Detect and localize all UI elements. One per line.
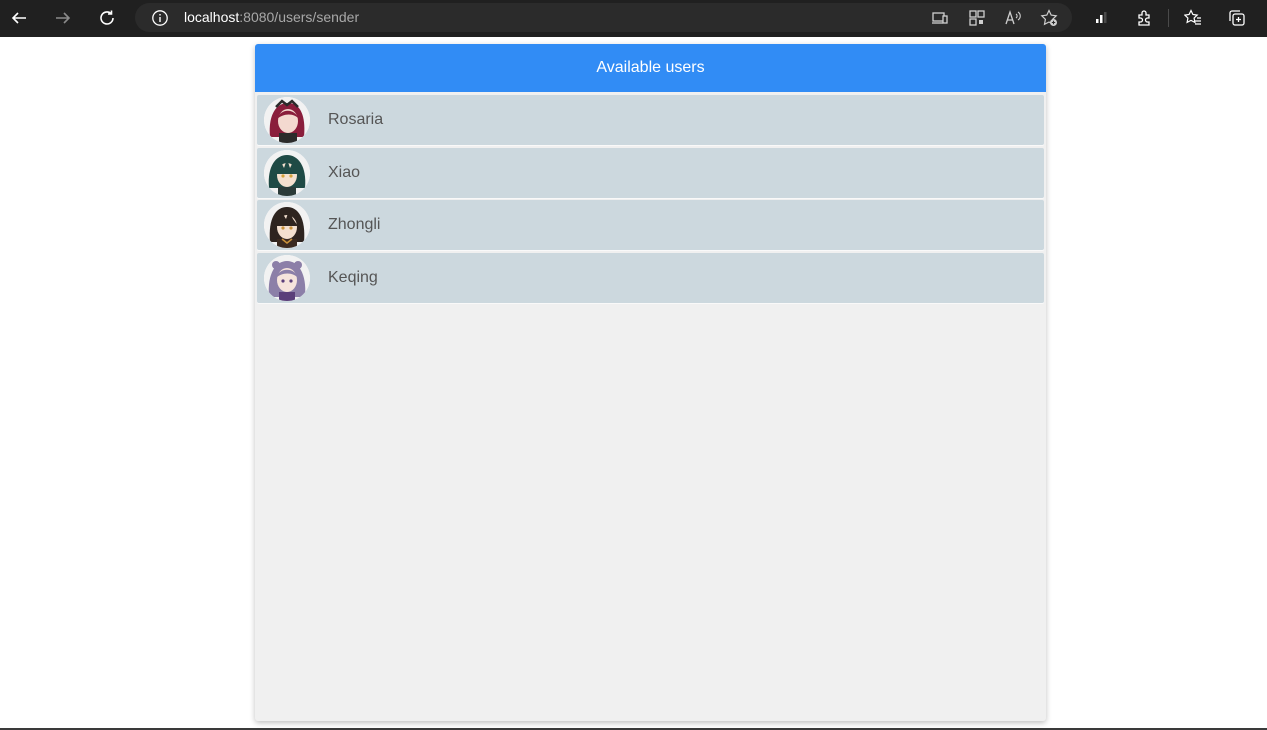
forward-button[interactable] xyxy=(48,4,78,32)
panel-title: Available users xyxy=(596,59,705,76)
avatar xyxy=(264,97,310,143)
toolbar-separator xyxy=(1168,9,1169,27)
user-name: Rosaria xyxy=(328,111,384,128)
browser-toolbar: localhost:8080/users/sender xyxy=(0,0,1267,37)
user-name: Xiao xyxy=(328,163,361,181)
favorites-icon xyxy=(1184,9,1201,25)
user-row[interactable]: Rosaria xyxy=(257,95,1044,145)
add-favorite-icon[interactable] xyxy=(1040,9,1058,27)
panel-header: Available users xyxy=(255,44,1046,92)
extensions-icon xyxy=(1138,10,1150,26)
qr-code-icon[interactable] xyxy=(968,9,986,27)
user-name: Keqing xyxy=(328,268,378,286)
url-path: :8080/users/sender xyxy=(239,9,360,25)
avatar xyxy=(264,149,310,196)
app-available-icon[interactable] xyxy=(931,9,949,27)
avatar xyxy=(264,254,310,301)
info-icon[interactable] xyxy=(151,9,169,27)
url-host: localhost xyxy=(184,9,240,25)
avatar xyxy=(264,202,310,248)
user-avatar-image xyxy=(264,149,310,196)
extensions-button[interactable] xyxy=(1130,4,1160,32)
user-list: Rosaria Xiao Zhongli Keqing xyxy=(257,95,1044,305)
user-avatar-image xyxy=(264,97,310,143)
user-row[interactable]: Xiao xyxy=(257,147,1044,198)
read-aloud-icon[interactable] xyxy=(1004,9,1022,27)
collections-button[interactable] xyxy=(1222,4,1252,32)
user-row[interactable]: Keqing xyxy=(257,252,1044,303)
performance-button[interactable] xyxy=(1086,4,1116,32)
favorites-button[interactable] xyxy=(1178,4,1208,32)
user-row[interactable]: Zhongli xyxy=(257,200,1044,250)
back-button[interactable] xyxy=(4,4,34,32)
forward-icon xyxy=(56,12,71,24)
refresh-icon xyxy=(100,10,114,25)
users-panel: Available users Rosaria Xiao Zhongli Keq… xyxy=(255,44,1046,721)
refresh-button[interactable] xyxy=(92,4,122,32)
address-bar[interactable]: localhost:8080/users/sender xyxy=(135,3,1072,32)
performance-icon xyxy=(1096,12,1107,23)
user-avatar-image xyxy=(264,202,310,248)
user-avatar-image xyxy=(264,254,310,301)
user-name: Zhongli xyxy=(328,216,381,233)
url-text[interactable]: localhost:8080/users/sender xyxy=(184,9,359,26)
back-icon xyxy=(11,12,26,24)
collections-icon xyxy=(1229,10,1245,26)
